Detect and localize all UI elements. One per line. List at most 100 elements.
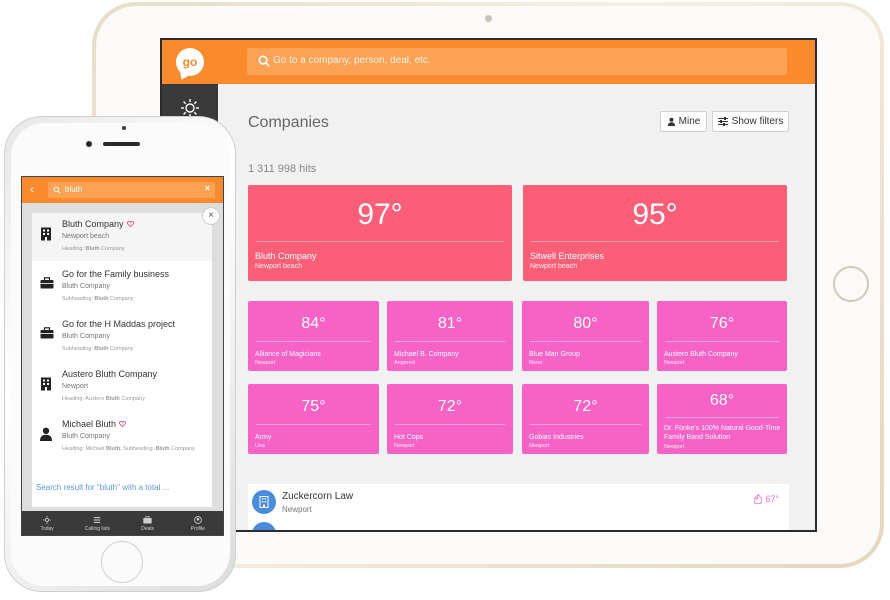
sun-icon — [43, 516, 52, 524]
search-value: bluth — [65, 185, 83, 194]
list-item-location: Newport — [282, 505, 312, 514]
card-company-name: Army — [255, 434, 272, 441]
app-logo[interactable]: go — [176, 48, 204, 76]
company-card-large[interactable]: 97° Bluth Company Newport beach — [248, 185, 512, 281]
mine-button[interactable]: Mine — [660, 111, 707, 132]
tab-calling-lists[interactable]: Calling lists — [72, 511, 122, 535]
card-location: Newport — [529, 443, 550, 449]
search-result-item[interactable]: Austero Bluth Company Newport Heading: A… — [32, 363, 212, 411]
list-item-temperature: 67° — [754, 494, 779, 504]
flame-icon — [754, 494, 763, 504]
back-chevron-icon[interactable]: ‹ — [30, 182, 34, 196]
company-card[interactable]: 76° Austero Bluth Company Newport — [657, 301, 787, 371]
more-results-link[interactable]: Search result for "bluth" with a total .… — [36, 483, 169, 492]
search-result-item[interactable]: Go for the H Maddas project Bluth Compan… — [32, 313, 212, 361]
profile-icon — [194, 516, 202, 524]
list-item-avatar — [252, 522, 276, 530]
card-company-name: Hot Cops — [394, 434, 424, 441]
match-prefix: Heading: Austero — [62, 396, 106, 402]
search-results-panel: Bluth Company Newport beach Heading: Blu… — [32, 213, 212, 507]
search-icon — [258, 55, 270, 67]
match-prefix: Heading: Michael — [62, 446, 107, 452]
match-highlight: Bluth — [85, 246, 100, 252]
result-title: Go for the Family business — [62, 269, 169, 279]
phone-camera — [86, 141, 92, 147]
phone-tabbar: Today Calling lists Deals Profile — [22, 511, 223, 535]
card-company-name: Alliance of Magicians — [255, 351, 321, 358]
building-icon — [41, 227, 51, 241]
result-match: Subheading: Bluth Company — [62, 345, 210, 353]
card-divider — [665, 341, 779, 342]
match-suffix: Company — [108, 346, 134, 352]
match-suffix: Company — [169, 446, 195, 452]
card-company-name: Sitwell Enterprises — [530, 251, 605, 261]
card-temperature: 75° — [301, 398, 326, 415]
filters-label: Show filters — [731, 116, 784, 127]
match-prefix: Subheading: — [62, 346, 95, 352]
heart-icon — [119, 421, 127, 427]
tab-today[interactable]: Today — [22, 511, 72, 535]
card-divider — [256, 241, 504, 242]
result-title: Bluth Company — [62, 219, 134, 229]
match-highlight: Bluth — [155, 446, 170, 452]
phone-sensor — [122, 126, 126, 130]
result-title-text: Go for the H Maddas project — [62, 319, 176, 329]
card-location: Newport — [255, 360, 276, 366]
tablet-screen: go Go to a company, person, deal, etc. C… — [160, 38, 817, 532]
card-company-name: Austero Bluth Company — [664, 351, 738, 358]
search-result-item[interactable]: Go for the Family business Bluth Company… — [32, 263, 212, 311]
company-card[interactable]: 68° Dr. Fünke's 100% Natural Good-Time F… — [657, 384, 787, 454]
match-suffix: Company — [99, 246, 125, 252]
building-icon — [41, 377, 51, 391]
result-title-text: Michael Bluth — [62, 419, 117, 429]
company-card[interactable]: 80° Blue Man Group Reno — [522, 301, 649, 371]
sun-icon[interactable] — [180, 98, 200, 118]
card-temperature: 97° — [357, 198, 403, 231]
tab-profile[interactable]: Profile — [173, 511, 223, 535]
company-card[interactable]: 84° Alliance of Magicians Newport — [248, 301, 379, 371]
result-subtitle: Newport beach — [62, 233, 110, 240]
result-title: Austero Bluth Company — [62, 369, 157, 379]
company-card[interactable]: 75° Army Usa — [248, 384, 379, 454]
company-card[interactable]: 72° Gobias Industries Newport — [522, 384, 649, 454]
company-card-large[interactable]: 95° Sitwell Enterprises Newport beach — [523, 185, 787, 281]
show-filters-button[interactable]: Show filters — [712, 111, 789, 132]
tab-label: Profile — [190, 526, 205, 532]
card-company-name: Michael B. Company — [394, 351, 459, 358]
card-location: Newport beach — [530, 263, 578, 270]
result-match: Heading: Michael Bluth, Subheading: Blut… — [62, 445, 210, 453]
page-title: Companies — [248, 114, 329, 131]
tablet-home-button[interactable] — [833, 266, 869, 302]
card-divider — [665, 417, 779, 418]
search-result-item[interactable]: Bluth Company Newport beach Heading: Blu… — [32, 213, 212, 261]
tablet-search-input[interactable]: Go to a company, person, deal, etc. — [247, 48, 787, 75]
search-result-item[interactable]: Michael Bluth Bluth Company Heading: Mic… — [32, 413, 212, 469]
result-match: Heading: Bluth Company — [62, 245, 210, 253]
card-divider — [530, 424, 641, 425]
match-highlight: Bluth — [105, 396, 120, 402]
card-divider — [531, 241, 779, 242]
result-match: Subheading: Bluth Company — [62, 295, 210, 303]
search-placeholder: Go to a company, person, deal, etc. — [273, 55, 431, 66]
list-item-temp-value: 67° — [765, 494, 779, 504]
phone-home-button[interactable] — [101, 541, 143, 583]
tablet-camera — [485, 15, 492, 22]
result-title-text: Austero Bluth Company — [62, 369, 158, 379]
card-divider — [395, 424, 505, 425]
clear-icon[interactable]: × — [205, 183, 210, 193]
result-subtitle: Newport — [62, 383, 89, 390]
card-divider — [395, 341, 505, 342]
close-icon[interactable]: × — [202, 207, 220, 225]
tab-deals[interactable]: Deals — [123, 511, 173, 535]
company-list-item[interactable]: Zuckercorn Law Newport 67° — [248, 484, 789, 530]
company-card[interactable]: 72° Hot Cops Newport — [387, 384, 513, 454]
result-title-text: Bluth Company — [62, 219, 124, 229]
sliders-icon — [717, 117, 728, 126]
card-divider — [256, 424, 371, 425]
card-company-name: Bluth Company — [255, 251, 317, 261]
building-icon — [252, 490, 276, 514]
company-card[interactable]: 81° Michael B. Company Angered — [387, 301, 513, 371]
phone-search-input[interactable]: bluth × — [48, 182, 215, 198]
match-highlight: Bluth — [94, 296, 109, 302]
match-middle: , Subheading: — [120, 446, 156, 452]
